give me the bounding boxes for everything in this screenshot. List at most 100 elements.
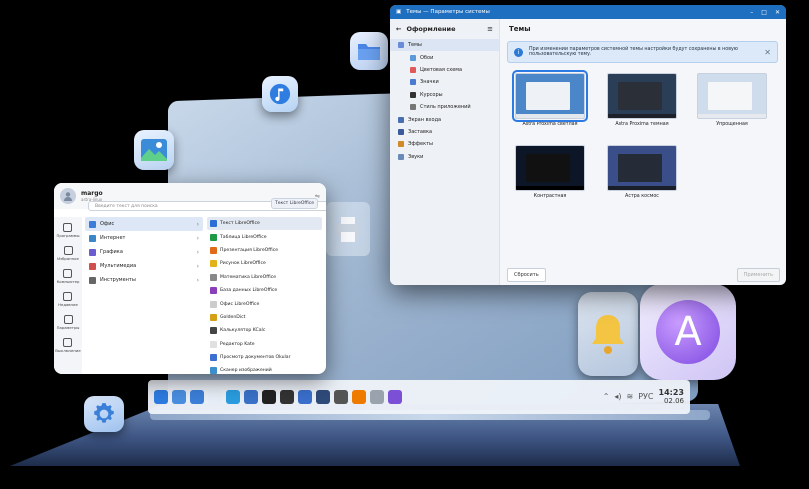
app-item[interactable]: GoldenDict xyxy=(207,311,322,324)
category-label: Интернет xyxy=(100,235,126,241)
user-icon xyxy=(64,192,72,201)
category-item[interactable]: Офис › xyxy=(85,217,203,231)
penguin-icon[interactable] xyxy=(280,390,294,404)
category-item[interactable]: Мультимедиа › xyxy=(85,259,203,273)
dove-icon[interactable] xyxy=(298,390,312,404)
app-item[interactable]: Калькулятор KCalc xyxy=(207,324,322,337)
search-suggestion[interactable]: Текст LibreOffice xyxy=(270,198,318,209)
app-item[interactable]: Сканер изображений xyxy=(207,364,322,374)
sidebar-item-label: Стиль приложений xyxy=(420,104,471,111)
thumbnail-window xyxy=(708,82,752,110)
category-item[interactable]: Инструменты › xyxy=(85,273,203,287)
left-rail-item[interactable]: Выключение xyxy=(55,338,81,353)
left-rail-item[interactable]: Программы xyxy=(56,223,80,238)
app-item[interactable]: Рисунок LibreOffice xyxy=(207,257,322,270)
app-icon xyxy=(210,354,217,362)
sidebar-item[interactable]: Курсоры xyxy=(390,89,499,101)
category-item[interactable]: Графика › xyxy=(85,245,203,259)
system-tray: ⌃ ◂) ≋ РУС 14:23 02.06 xyxy=(603,388,684,405)
app-label: База данных LibreOffice xyxy=(220,288,278,294)
vlc-icon[interactable] xyxy=(352,390,366,404)
printer-icon xyxy=(336,217,360,242)
astra-icon[interactable] xyxy=(388,390,402,404)
thumbnail-taskbar xyxy=(608,114,676,118)
app-item[interactable]: Таблица LibreOffice xyxy=(207,230,322,243)
app-item[interactable]: Презентация LibreOffice xyxy=(207,244,322,257)
app-item[interactable]: Офис LibreOffice xyxy=(207,297,322,310)
sidebar-item[interactable]: Значки xyxy=(390,76,499,88)
theme-thumbnail[interactable] xyxy=(515,145,585,191)
theme-card[interactable]: Контрастная xyxy=(515,145,585,199)
terminal-icon[interactable] xyxy=(316,390,330,404)
app-label: Редактор Kate xyxy=(220,341,255,347)
app-label: Рисунок LibreOffice xyxy=(220,261,266,267)
folder-icon[interactable] xyxy=(172,390,186,404)
telegram-icon[interactable] xyxy=(226,390,240,404)
network-icon[interactable]: ⌃ xyxy=(603,392,610,401)
category-item[interactable]: Интернет › xyxy=(85,231,203,245)
theme-thumbnail[interactable] xyxy=(607,145,677,191)
thumbnail-taskbar xyxy=(516,114,584,118)
left-rail-item[interactable]: Недавние xyxy=(58,292,78,307)
theme-card[interactable]: Astra Proxima светлая xyxy=(512,70,588,127)
sidebar-item[interactable]: Темы xyxy=(390,39,499,52)
app-item[interactable]: Редактор Kate xyxy=(207,338,322,351)
clock[interactable]: 14:23 02.06 xyxy=(659,388,684,405)
app-icon xyxy=(210,367,217,374)
left-rail-item[interactable]: Компьютер xyxy=(57,269,79,284)
theme-card[interactable]: Astra Proxima темная xyxy=(607,73,677,127)
volume-icon[interactable]: ◂) xyxy=(614,392,621,401)
sidebar-item-label: Цветовая схема xyxy=(420,66,463,73)
maximize-icon[interactable]: □ xyxy=(761,9,767,16)
keyboard-layout[interactable]: РУС xyxy=(638,392,653,401)
sidebar-item-label: Эффекты xyxy=(408,141,433,148)
theme-thumbnail[interactable] xyxy=(607,73,677,119)
sidebar-item[interactable]: Стиль приложений xyxy=(390,101,499,113)
left-rail-item[interactable]: Параметры xyxy=(57,315,79,330)
settings-main: Темы i При изменении параметров системно… xyxy=(501,19,786,285)
page-title: Темы xyxy=(509,25,531,33)
app-item[interactable]: Текст LibreOffice xyxy=(207,217,322,231)
document-icon[interactable] xyxy=(208,390,222,404)
sidebar-item[interactable]: Обои xyxy=(390,51,499,63)
app-icon xyxy=(210,273,217,281)
sidebar-item-icon xyxy=(398,141,404,148)
hamburger-icon[interactable]: ≡ xyxy=(487,25,493,33)
sidebar-item[interactable]: Заставка xyxy=(390,126,499,138)
back-arrow-icon[interactable]: ← xyxy=(396,25,401,33)
info-icon: i xyxy=(514,47,523,57)
sidebar-item[interactable]: Цветовая схема xyxy=(390,64,499,76)
category-label: Офис xyxy=(100,221,115,227)
app-item[interactable]: Просмотр документов Okular xyxy=(207,351,322,364)
app-item[interactable]: Математика LibreOffice xyxy=(207,271,322,284)
left-rail-label: Выключение xyxy=(55,348,81,353)
theme-card[interactable]: Астра космос xyxy=(607,145,677,199)
app-icon xyxy=(210,287,217,295)
browser-icon[interactable] xyxy=(244,390,258,404)
close-icon[interactable]: ✕ xyxy=(775,9,780,16)
dismiss-icon[interactable]: ✕ xyxy=(764,48,771,57)
sidebar-item[interactable]: Эффекты xyxy=(390,138,499,150)
star-icon[interactable] xyxy=(154,390,168,404)
theme-thumbnail[interactable] xyxy=(512,70,588,122)
theme-card[interactable]: Упрощенная xyxy=(697,73,767,127)
crow-icon[interactable] xyxy=(262,390,276,404)
minimize-icon[interactable]: – xyxy=(750,9,753,16)
app-item[interactable]: База данных LibreOffice xyxy=(207,284,322,297)
left-rail-item[interactable]: Избранное xyxy=(57,246,79,261)
wifi-icon[interactable]: ≋ xyxy=(627,392,634,401)
theme-thumbnail[interactable] xyxy=(697,73,767,119)
eye-icon[interactable] xyxy=(370,390,384,404)
grid-icon xyxy=(63,223,73,232)
app-icon xyxy=(210,220,217,228)
clock-icon xyxy=(63,292,73,301)
sidebar-item[interactable]: Звуки xyxy=(390,151,499,163)
files-app-icon xyxy=(350,32,388,70)
folder-open-icon[interactable] xyxy=(190,390,204,404)
monitor-app-icon[interactable] xyxy=(334,390,348,404)
sidebar-item[interactable]: Экран входа xyxy=(390,113,499,125)
avatar[interactable] xyxy=(60,188,76,204)
apply-button[interactable]: Применить xyxy=(736,268,780,282)
app-icon xyxy=(210,313,217,321)
reset-button[interactable]: Сбросить xyxy=(507,268,546,282)
